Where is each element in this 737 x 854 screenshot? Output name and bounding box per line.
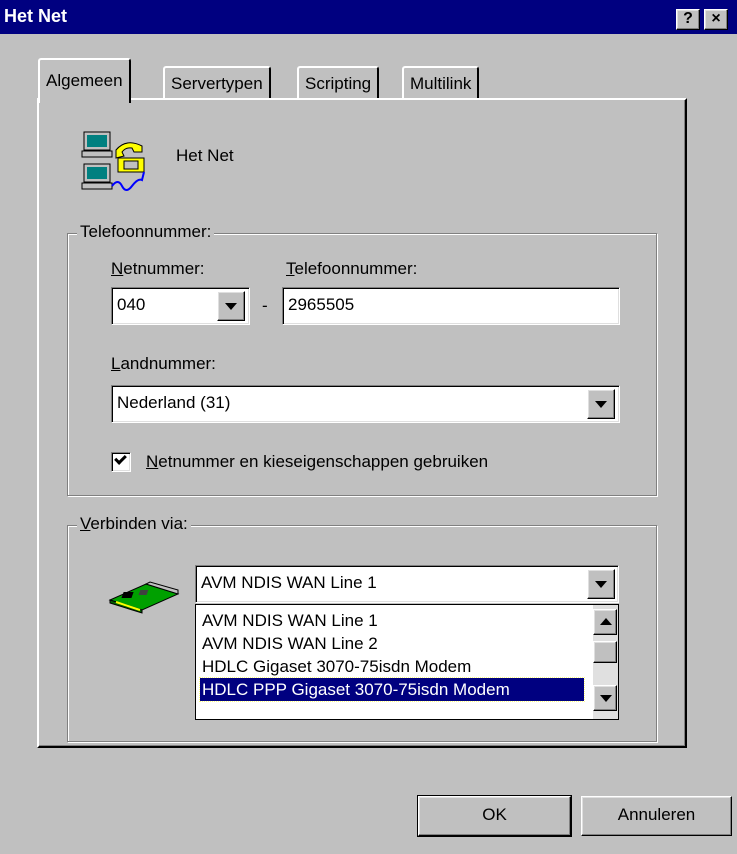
cancel-button[interactable]: Annuleren [581,796,732,836]
device-selected-value: AVM NDIS WAN Line 1 [201,573,377,592]
scroll-thumb[interactable] [593,641,617,663]
list-item-selected[interactable]: HDLC PPP Gigaset 3070-75isdn Modem [199,677,585,702]
device-dropdown-list[interactable]: AVM NDIS WAN Line 1 AVM NDIS WAN Line 2 … [195,604,619,720]
phone-number-input[interactable]: 2965505 [282,287,620,325]
use-area-code-checkbox[interactable] [111,452,131,472]
area-code-label: Netnummer: [111,259,205,278]
list-item[interactable]: HDLC Gigaset 3070-75isdn Modem [200,655,584,678]
connection-name: Het Net [176,146,234,165]
list-item[interactable]: AVM NDIS WAN Line 2 [200,632,584,655]
checkmark-icon [114,452,127,465]
phone-group-label: Telefoonnummer: [77,222,215,242]
separator-dash: - [262,296,268,315]
scroll-down-button[interactable] [593,685,617,711]
tab-label: Servertypen [171,74,263,93]
phone-number-label: Telefoonnummer: [286,259,418,278]
tab-label: Multilink [410,74,472,93]
title-bar: Het Net ? × [0,0,737,34]
device-combobox[interactable]: AVM NDIS WAN Line 1 [195,565,619,603]
close-button[interactable]: × [704,9,728,30]
modem-card-icon [106,580,182,614]
use-area-code-label: Netnummer en kieseigenschappen gebruiken [146,452,489,471]
help-button[interactable]: ? [676,9,700,30]
ok-button[interactable]: OK [417,795,572,837]
list-item[interactable]: AVM NDIS WAN Line 1 [200,609,584,632]
connect-via-group-label: Verbinden via: [77,514,191,534]
area-code-value: 040 [117,295,146,314]
tab-label: Scripting [305,74,372,93]
scrollbar[interactable] [593,605,618,719]
window-title: Het Net [4,6,68,26]
country-code-value: Nederland (31) [117,393,231,412]
device-dropdown-button[interactable] [587,569,615,599]
tab-scripting[interactable]: Scripting [297,66,380,100]
area-code-dropdown-button[interactable] [217,291,245,321]
tab-multilink[interactable]: Multilink [402,66,480,100]
country-code-combobox[interactable]: Nederland (31) [111,385,620,423]
country-code-label: Landnummer: [111,354,216,373]
scroll-up-button[interactable] [593,609,617,635]
tab-servertypen[interactable]: Servertypen [163,66,271,100]
tab-label: Algemeen [46,71,123,90]
country-code-dropdown-button[interactable] [587,389,615,419]
tab-algemeen[interactable]: Algemeen [38,58,131,103]
dialup-network-icon [80,130,150,192]
phone-number-value: 2965505 [288,295,355,314]
